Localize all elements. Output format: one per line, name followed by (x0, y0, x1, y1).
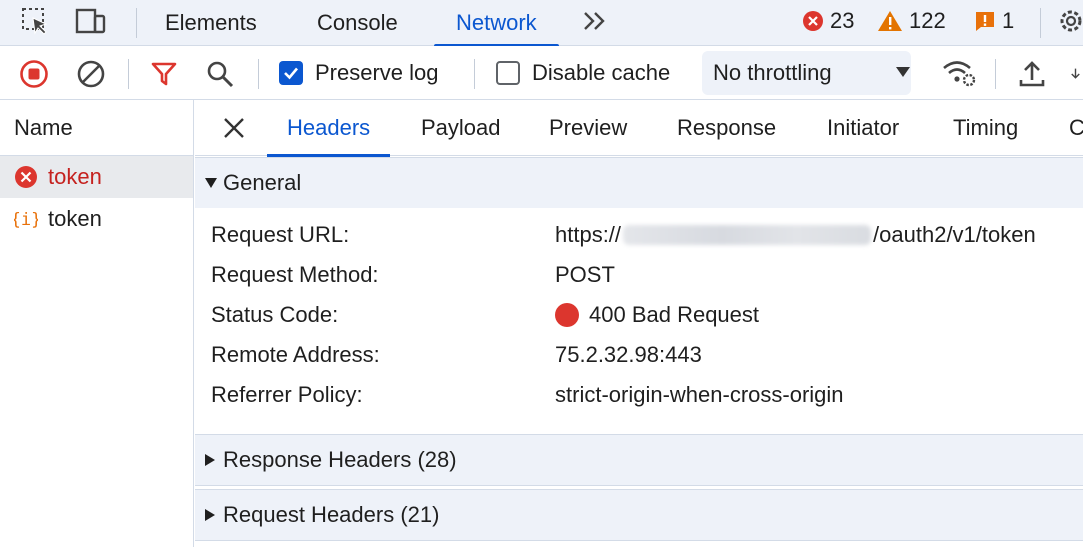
tab-elements-label: Elements (165, 10, 257, 35)
remote-address-key: Remote Address: (211, 342, 380, 367)
tab-headers-label: Headers (287, 115, 371, 140)
throttling-value: No throttling (713, 60, 832, 85)
collapsed-triangle-icon (205, 509, 215, 521)
request-method-key: Request Method: (211, 262, 379, 287)
request-url-scheme: https:// (555, 222, 622, 247)
name-column-header[interactable]: Name (0, 100, 193, 156)
tab-response-label: Response (677, 115, 777, 140)
disable-cache-label: Disable cache (532, 60, 671, 85)
tab-payload-label: Payload (421, 115, 501, 140)
general-section-body: Request URL: https:// /oauth2/v1/token R… (195, 208, 1083, 434)
stop-recording-icon[interactable] (18, 58, 50, 90)
tab-headers[interactable]: Headers (266, 100, 391, 157)
filter-icon[interactable] (148, 58, 180, 90)
tab-cookies-label: C (1069, 115, 1083, 140)
warning-count: 122 (909, 8, 946, 33)
toolbar-divider-3 (474, 59, 475, 89)
tab-elements[interactable]: Elements (165, 0, 257, 46)
tab-network[interactable]: Network (434, 0, 559, 47)
tab-cookies[interactable]: C (1069, 100, 1083, 156)
tab-initiator-label: Initiator (827, 115, 900, 140)
status-code-key: Status Code: (211, 302, 339, 327)
request-list: Name token {i} token (0, 100, 194, 547)
redacted-host (623, 225, 872, 245)
tabbar-divider-right (1040, 8, 1041, 38)
export-har-icon[interactable] (1068, 58, 1083, 90)
tab-payload[interactable]: Payload (421, 100, 501, 156)
import-har-icon[interactable] (1016, 58, 1048, 90)
referrer-policy-key: Referrer Policy: (211, 382, 363, 407)
tabbar-divider (136, 8, 137, 38)
more-tabs-icon[interactable] (578, 6, 612, 36)
error-icon (15, 166, 37, 188)
devtools-tabbar: Elements Console Network 23 122 1 (0, 0, 1083, 47)
response-headers-section-header[interactable]: Response Headers (28) (195, 434, 1083, 486)
request-name: token (48, 164, 102, 189)
tab-timing[interactable]: Timing (953, 100, 1018, 156)
tab-console-label: Console (317, 10, 398, 35)
tab-initiator[interactable]: Initiator (827, 100, 899, 156)
request-name: token (48, 206, 102, 231)
referrer-policy-value: strict-origin-when-cross-origin (555, 382, 844, 407)
tab-preview-label: Preview (549, 115, 628, 140)
preserve-log-label: Preserve log (315, 60, 439, 85)
request-url-value: https:// /oauth2/v1/token (555, 220, 1036, 250)
error-counter[interactable]: 23 (802, 8, 854, 34)
response-headers-title: Response Headers (28) (223, 447, 457, 472)
request-url-path: /oauth2/v1/token (873, 222, 1036, 247)
request-url-key: Request URL: (211, 222, 350, 247)
tab-console[interactable]: Console (317, 0, 398, 46)
toolbar-divider-2 (258, 59, 259, 89)
remote-address-value: 75.2.32.98:443 (555, 342, 702, 367)
status-error-dot-icon (555, 303, 579, 327)
chevron-down-icon (896, 67, 910, 77)
warning-icon (878, 11, 902, 31)
request-headers-section-header[interactable]: Request Headers (21) (195, 489, 1083, 541)
tab-preview[interactable]: Preview (549, 100, 627, 156)
svg-text:{i}: {i} (14, 210, 38, 230)
close-detail-icon[interactable] (223, 100, 245, 156)
checkbox-unchecked-icon[interactable] (496, 61, 520, 85)
throttling-select[interactable]: No throttling (702, 51, 911, 95)
general-title: General (223, 170, 302, 195)
network-conditions-icon[interactable] (940, 56, 978, 90)
toolbar-divider-4 (995, 59, 996, 89)
settings-gear-icon[interactable] (1054, 6, 1083, 36)
request-method-value: POST (555, 262, 615, 287)
tab-timing-label: Timing (953, 115, 1019, 140)
warning-counter[interactable]: 122 (877, 8, 946, 34)
name-header-label: Name (14, 114, 73, 140)
clear-log-icon[interactable] (75, 58, 107, 90)
request-row[interactable]: token (0, 156, 193, 198)
issues-count: 1 (1002, 8, 1015, 33)
preserve-log-checkbox[interactable]: Preserve log (279, 60, 439, 86)
error-icon (803, 11, 823, 31)
general-section-header[interactable]: General (195, 157, 1083, 209)
request-detail-tabs: Headers Payload Preview Response Initiat… (195, 100, 1083, 157)
status-code-text: 400 Bad Request (589, 302, 760, 327)
search-icon[interactable] (204, 58, 236, 90)
tab-network-label: Network (456, 10, 537, 35)
error-count: 23 (830, 8, 855, 33)
disable-cache-checkbox[interactable]: Disable cache (496, 60, 670, 86)
issues-counter[interactable]: 1 (974, 8, 1014, 34)
toolbar-divider-1 (128, 59, 129, 89)
request-row[interactable]: {i} token (0, 198, 193, 240)
issue-icon (976, 12, 994, 31)
expanded-triangle-icon (205, 178, 217, 188)
tab-response[interactable]: Response (677, 100, 776, 156)
status-code-value: 400 Bad Request (555, 300, 759, 330)
checkbox-checked-icon[interactable] (279, 61, 303, 85)
fetch-request-icon: {i} (14, 210, 38, 230)
collapsed-triangle-icon (205, 454, 215, 466)
device-toolbar-icon[interactable] (74, 6, 108, 36)
inspect-element-icon[interactable] (18, 6, 52, 36)
request-headers-title: Request Headers (21) (223, 502, 440, 527)
